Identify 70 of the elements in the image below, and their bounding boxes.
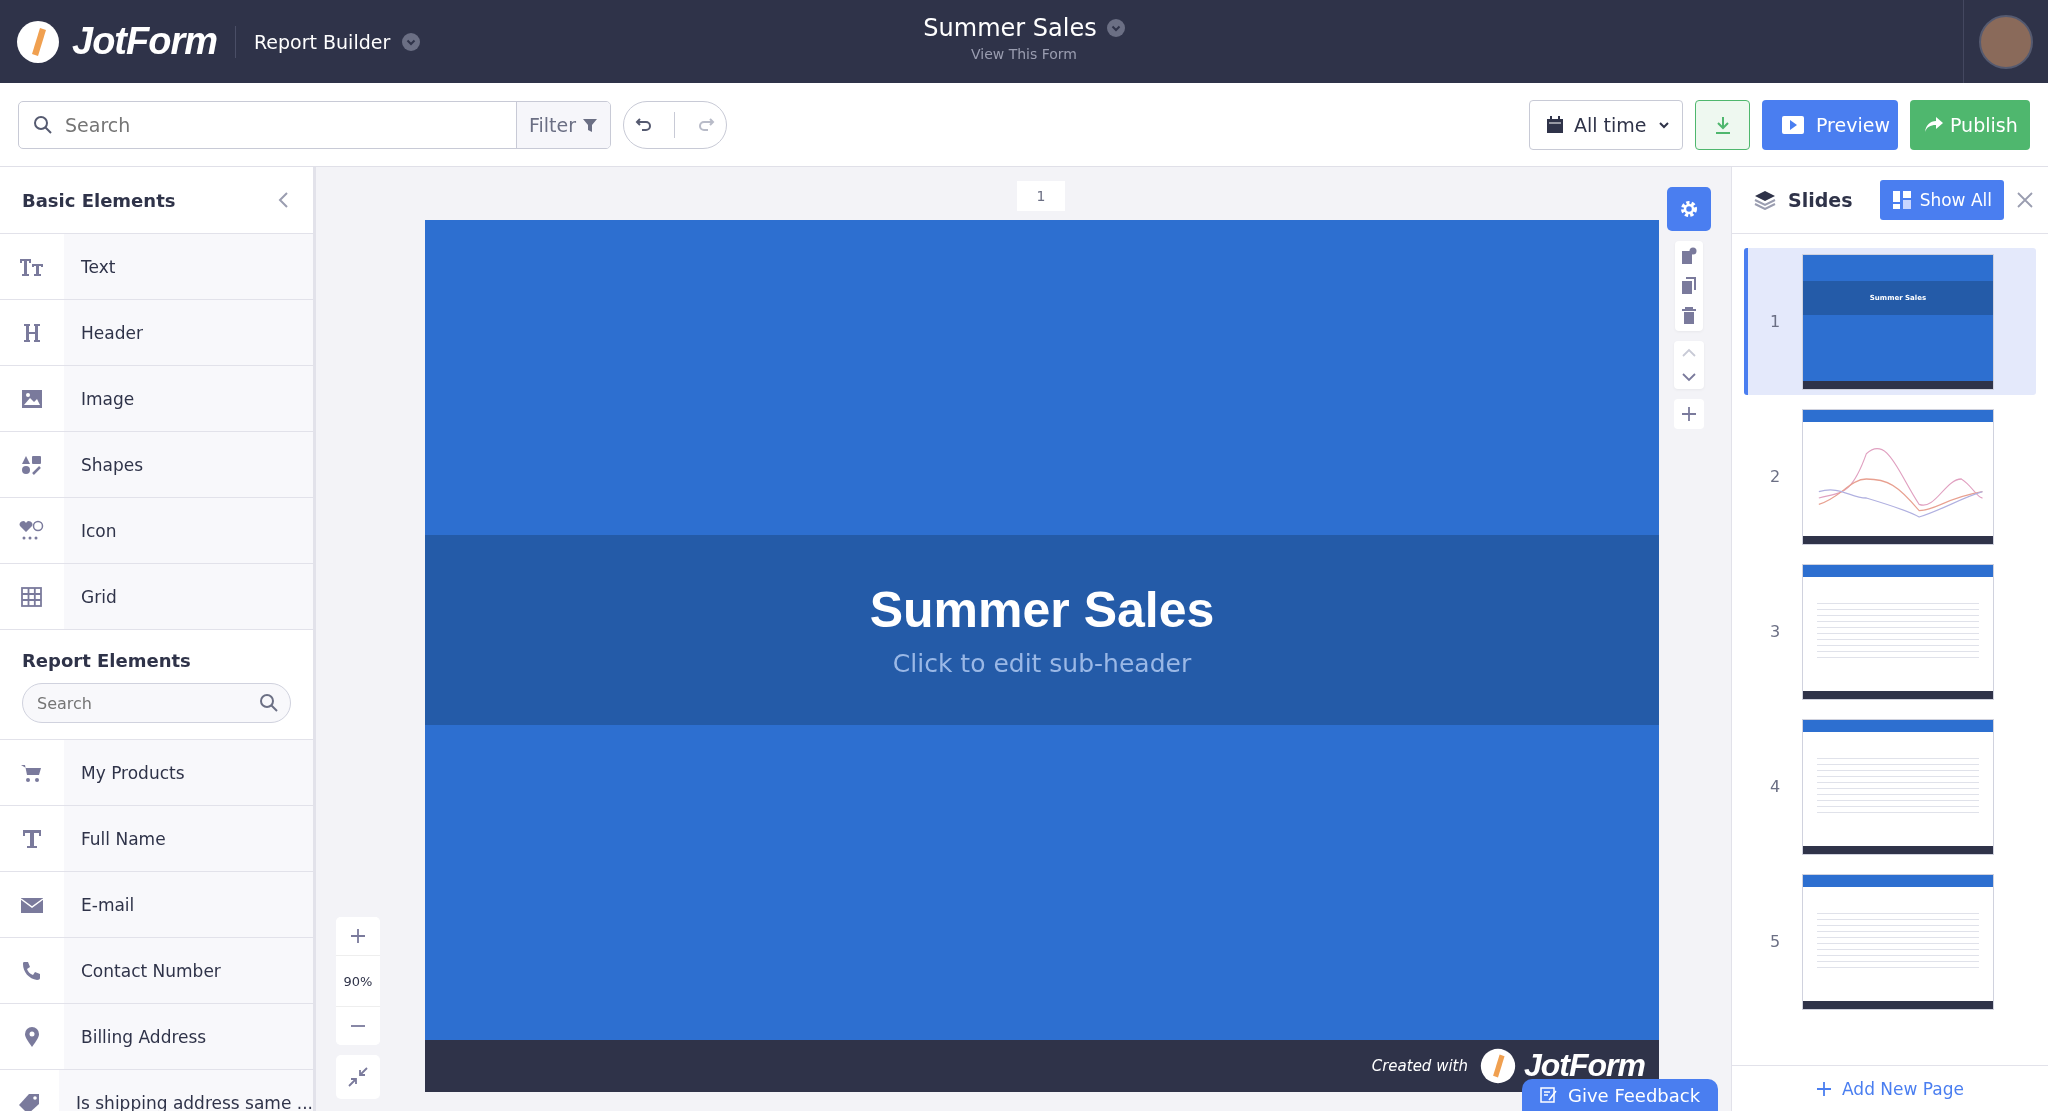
- calendar-icon: [1546, 115, 1564, 134]
- duplicate-icon[interactable]: [1681, 277, 1697, 295]
- slide-number: 2: [1768, 467, 1782, 486]
- funnel-icon: [582, 116, 598, 133]
- collapse-arrows-icon: [346, 1065, 370, 1089]
- slide-list-item[interactable]: 4: [1744, 713, 2036, 860]
- give-feedback-button[interactable]: Give Feedback: [1522, 1079, 1719, 1111]
- slide-number: 5: [1768, 932, 1782, 951]
- play-icon: [1782, 114, 1804, 135]
- trash-icon[interactable]: [1681, 307, 1697, 325]
- settings-button[interactable]: [1667, 187, 1711, 231]
- image-icon: [19, 387, 45, 410]
- logo-icon: [1480, 1048, 1516, 1084]
- app-menu[interactable]: Report Builder: [254, 30, 391, 53]
- download-button[interactable]: [1695, 99, 1750, 150]
- layers-icon: [1754, 190, 1776, 210]
- feedback-icon: [1540, 1086, 1558, 1104]
- element-item[interactable]: Image: [0, 366, 313, 432]
- fit-screen-button[interactable]: [336, 1055, 380, 1099]
- element-item[interactable]: E-mail: [0, 872, 313, 938]
- heart-smiley-icon: [19, 519, 45, 542]
- section-title: Report Elements: [22, 650, 192, 671]
- avatar[interactable]: [1979, 14, 2033, 69]
- show-all-button[interactable]: Show All: [1879, 180, 2004, 220]
- element-item[interactable]: Grid: [0, 564, 313, 630]
- minus-icon: [350, 1025, 366, 1027]
- add-button[interactable]: [1674, 399, 1704, 429]
- slide-list-item[interactable]: 3: [1744, 558, 2036, 705]
- panel-title: Slides: [1788, 189, 1854, 211]
- search-field[interactable]: Search: [22, 683, 291, 723]
- element-item[interactable]: Header: [0, 300, 313, 366]
- share-arrow-icon: [1924, 115, 1944, 134]
- slide-number: 1: [1768, 312, 1782, 331]
- collapse-icon[interactable]: [277, 191, 289, 209]
- grid-icon: [1891, 190, 1912, 210]
- plus-icon: [350, 928, 366, 944]
- chevron-icon[interactable]: [1106, 19, 1125, 37]
- slide-number: 4: [1768, 777, 1782, 796]
- slide-list-item[interactable]: 5: [1744, 868, 2036, 1015]
- chevron-down-icon[interactable]: [1680, 371, 1698, 383]
- logo-icon: [16, 19, 60, 64]
- settings-icon: [1679, 199, 1699, 219]
- date-range-dropdown[interactable]: All time: [1529, 99, 1683, 150]
- search-icon: [33, 114, 53, 135]
- page-number: 1: [1017, 181, 1065, 211]
- filter-button[interactable]: Filter: [515, 101, 610, 148]
- chevron-icon[interactable]: [402, 32, 421, 51]
- plus-icon: [1816, 1080, 1832, 1097]
- preview-button[interactable]: Preview: [1762, 99, 1898, 150]
- element-item[interactable]: Shapes: [0, 432, 313, 498]
- search-field[interactable]: Search Filter: [18, 100, 611, 149]
- form-title[interactable]: Summer Sales: [923, 14, 1097, 42]
- element-item[interactable]: My Products: [0, 740, 313, 806]
- view-form-link[interactable]: View This Form: [971, 46, 1077, 62]
- page-settings-icon[interactable]: [1681, 247, 1697, 265]
- slide-list-item[interactable]: 2: [1744, 403, 2036, 550]
- search-icon: [259, 693, 279, 713]
- element-item[interactable]: Contact Number: [0, 938, 313, 1004]
- slide-title[interactable]: Summer Sales: [869, 581, 1215, 640]
- slide-number: 3: [1768, 622, 1782, 641]
- plus-icon: [1681, 406, 1697, 422]
- element-item[interactable]: Billing Address: [0, 1004, 313, 1070]
- element-item[interactable]: Icon: [0, 498, 313, 564]
- element-item[interactable]: Text: [0, 234, 313, 300]
- footer-text: Created with: [1371, 1057, 1468, 1075]
- grid-icon: [19, 585, 45, 608]
- element-item[interactable]: Full Name: [0, 806, 313, 872]
- close-icon[interactable]: [2016, 191, 2034, 209]
- brand-name: JotForm: [72, 20, 217, 63]
- section-title: Basic Elements: [22, 189, 176, 211]
